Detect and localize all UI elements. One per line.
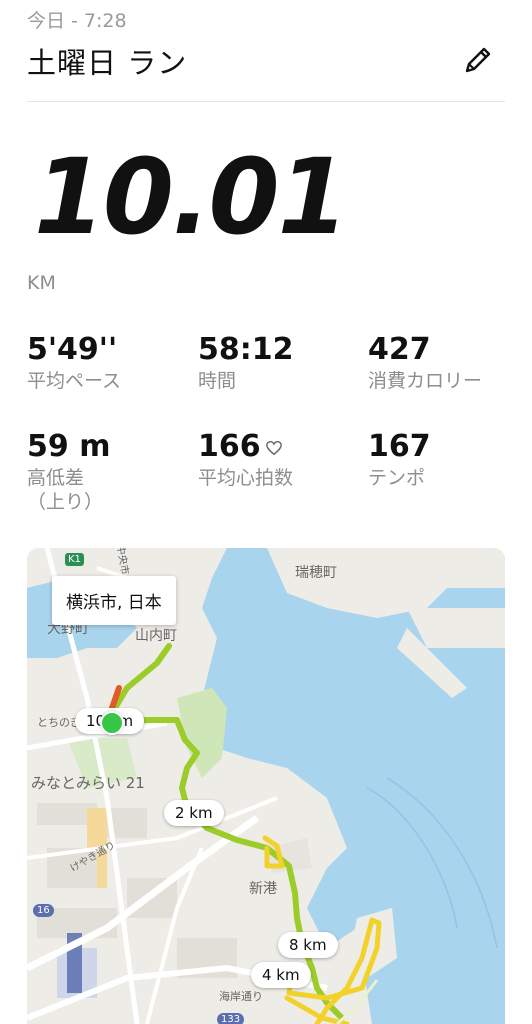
stat-elevation-value: 59 m <box>27 429 111 464</box>
route-map[interactable]: K1 16 133 瑞穂町 大野町 山内町 みなとみらい 21 新港 とちのき … <box>27 548 505 1024</box>
header-date: 今日 - 7:28 <box>27 10 127 32</box>
stat-elevation: 59 m 高低差 （上り） <box>27 430 110 515</box>
heart-icon <box>265 440 282 455</box>
map-place-kaigan: 海岸通り <box>219 990 263 1003</box>
stat-heart-rate-label: 平均心拍数 <box>198 467 294 489</box>
stat-pace-label: 平均ペース <box>27 370 122 392</box>
pencil-icon <box>465 47 491 73</box>
header-divider <box>27 101 505 102</box>
activity-title: 土曜日 ラン <box>27 46 188 80</box>
map-location-label: 横浜市, 日本 <box>52 576 176 625</box>
km-marker-4: 4 km <box>251 962 311 988</box>
stat-pace-value: 5'49'' <box>27 332 118 367</box>
km-marker-2: 2 km <box>164 800 224 826</box>
stat-cadence-value: 167 <box>368 429 431 464</box>
stat-heart-rate: 166 平均心拍数 <box>198 430 293 491</box>
stat-cadence-label: テンポ <box>368 467 426 489</box>
edit-button[interactable] <box>462 44 494 76</box>
stat-calories-value: 427 <box>368 332 431 367</box>
stat-heart-rate-value: 166 <box>198 429 261 464</box>
distance-unit: KM <box>27 272 56 294</box>
stat-pace: 5'49'' 平均ペース <box>27 333 121 394</box>
road-badge-16: 16 <box>33 904 54 917</box>
km-marker-8: 8 km <box>278 932 338 958</box>
distance-value: 10.01 <box>34 136 349 258</box>
road-badge-k1: K1 <box>65 553 84 566</box>
stat-cadence: 167 テンポ <box>368 430 431 491</box>
stat-elevation-label: 高低差 （上り） <box>27 467 104 513</box>
stat-time-label: 時間 <box>198 370 237 392</box>
road-badge-133: 133 <box>217 1013 245 1024</box>
map-place-sannai: 山内町 <box>135 628 177 644</box>
stat-time-value: 58:12 <box>198 332 294 367</box>
map-place-minatomirai: みなとみらい 21 <box>31 774 145 792</box>
map-place-mizuho: 瑞穂町 <box>295 565 337 581</box>
start-marker <box>100 711 124 735</box>
stat-calories-label: 消費カロリー <box>368 370 483 392</box>
stat-calories: 427 消費カロリー <box>368 333 482 394</box>
stat-time: 58:12 時間 <box>198 333 294 394</box>
map-place-shinko: 新港 <box>249 881 277 897</box>
